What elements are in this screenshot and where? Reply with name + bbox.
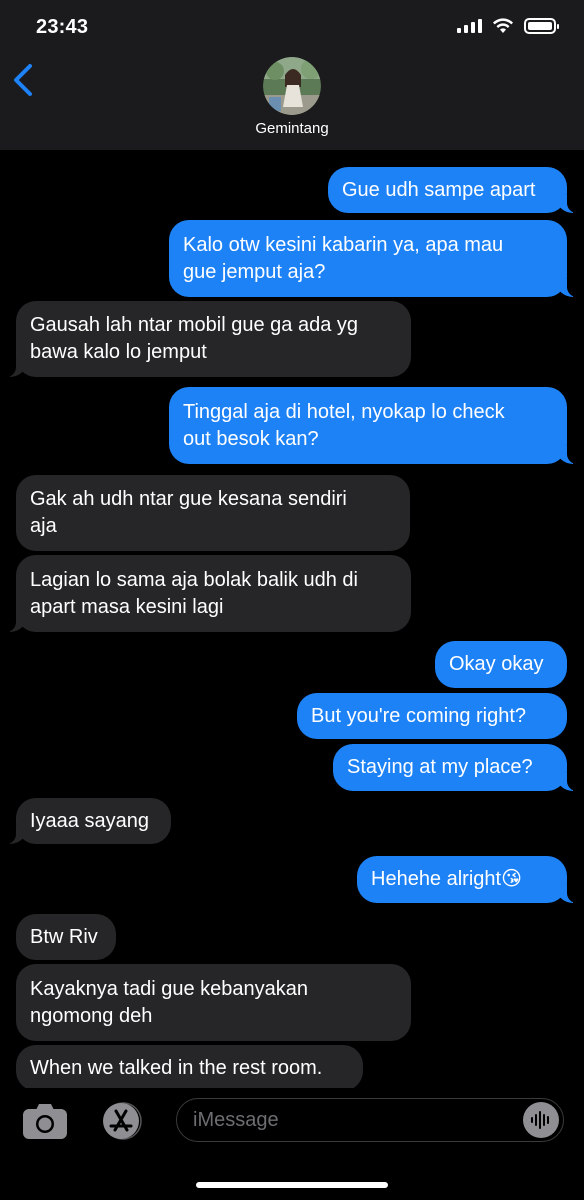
message-text: But you're coming right? — [311, 704, 527, 727]
message-bubble-incoming[interactable]: When we talked in the rest room. — [16, 1045, 363, 1088]
message-text: Staying at my place? — [347, 756, 533, 778]
message-bubble-incoming[interactable]: Btw Riv — [16, 914, 116, 960]
battery-icon — [524, 18, 559, 34]
message-text: Iyaaa sayang — [30, 809, 149, 832]
message-text: Hehehe alright😘 — [371, 868, 522, 890]
message-bubble-outgoing[interactable]: Okay okay — [435, 641, 567, 688]
camera-icon[interactable] — [22, 1102, 68, 1140]
message-bubble-outgoing[interactable]: Hehehe alright😘 — [357, 856, 579, 903]
message-thread: Gue udh sampe apart Kalo otw kesini kaba… — [0, 150, 584, 1088]
message-bubble-incoming[interactable]: Lagian lo sama aja bolak balik udh di apa… — [4, 555, 411, 632]
message-input-placeholder: iMessage — [193, 1109, 279, 1131]
message-bubble-outgoing[interactable]: Gue udh sampe apart — [328, 167, 579, 213]
contact-avatar[interactable] — [263, 57, 321, 115]
conversation-header: 23:43 Gemintang — [0, 0, 584, 150]
signal-icon — [457, 19, 482, 33]
message-text: Lagian lo sama aja bolak balik udh di apa… — [30, 568, 358, 618]
message-bubble-outgoing[interactable]: Tinggal aja di hotel, nyokap lo check out… — [169, 387, 579, 464]
audio-message-button[interactable] — [523, 1102, 559, 1138]
input-bar: iMessage — [0, 1088, 584, 1200]
message-text: Kalo otw kesini kabarin ya, apa mau gue j… — [183, 233, 504, 283]
message-text: Gausah lah ntar mobil gue ga ada yg bawa … — [30, 314, 358, 363]
contact-name[interactable]: Gemintang — [0, 120, 584, 137]
message-bubble-incoming[interactable]: Gak ah udh ntar gue kesana sendiri aja — [16, 475, 410, 551]
back-chevron-icon[interactable] — [10, 62, 40, 98]
message-bubble-incoming[interactable]: Kayaknya tadi gue kebanyakan ngomong deh — [16, 964, 411, 1041]
home-indicator — [196, 1182, 388, 1188]
audio-waveform-icon — [531, 1111, 549, 1129]
wifi-icon — [493, 18, 513, 33]
message-bubble-outgoing[interactable]: Kalo otw kesini kabarin ya, apa mau gue j… — [169, 220, 579, 297]
message-bubble-incoming[interactable]: Gausah lah ntar mobil gue ga ada yg bawa … — [4, 301, 411, 377]
message-text: Okay okay — [449, 653, 544, 675]
imessage-screen: 23:43 Gemintang Gue udh sampe apart Kalo… — [0, 0, 584, 1200]
status-icons — [457, 18, 559, 34]
message-bubble-outgoing[interactable]: Staying at my place? — [333, 744, 579, 791]
message-input[interactable]: iMessage — [176, 1098, 564, 1142]
message-text: Gue udh sampe apart — [342, 178, 536, 201]
message-text: Btw Riv — [30, 925, 98, 948]
message-text: Gak ah udh ntar gue kesana sendiri aja — [30, 488, 347, 537]
status-time: 23:43 — [36, 16, 89, 38]
message-text: When we talked in the rest room. — [30, 1056, 323, 1079]
message-text: Kayaknya tadi gue kebanyakan ngomong deh — [30, 977, 308, 1027]
message-bubble-outgoing[interactable]: But you're coming right? — [297, 693, 567, 739]
app-store-icon[interactable] — [96, 1102, 146, 1140]
message-bubble-incoming[interactable]: Iyaaa sayang — [4, 798, 171, 844]
message-text: Tinggal aja di hotel, nyokap lo check out… — [183, 400, 505, 450]
